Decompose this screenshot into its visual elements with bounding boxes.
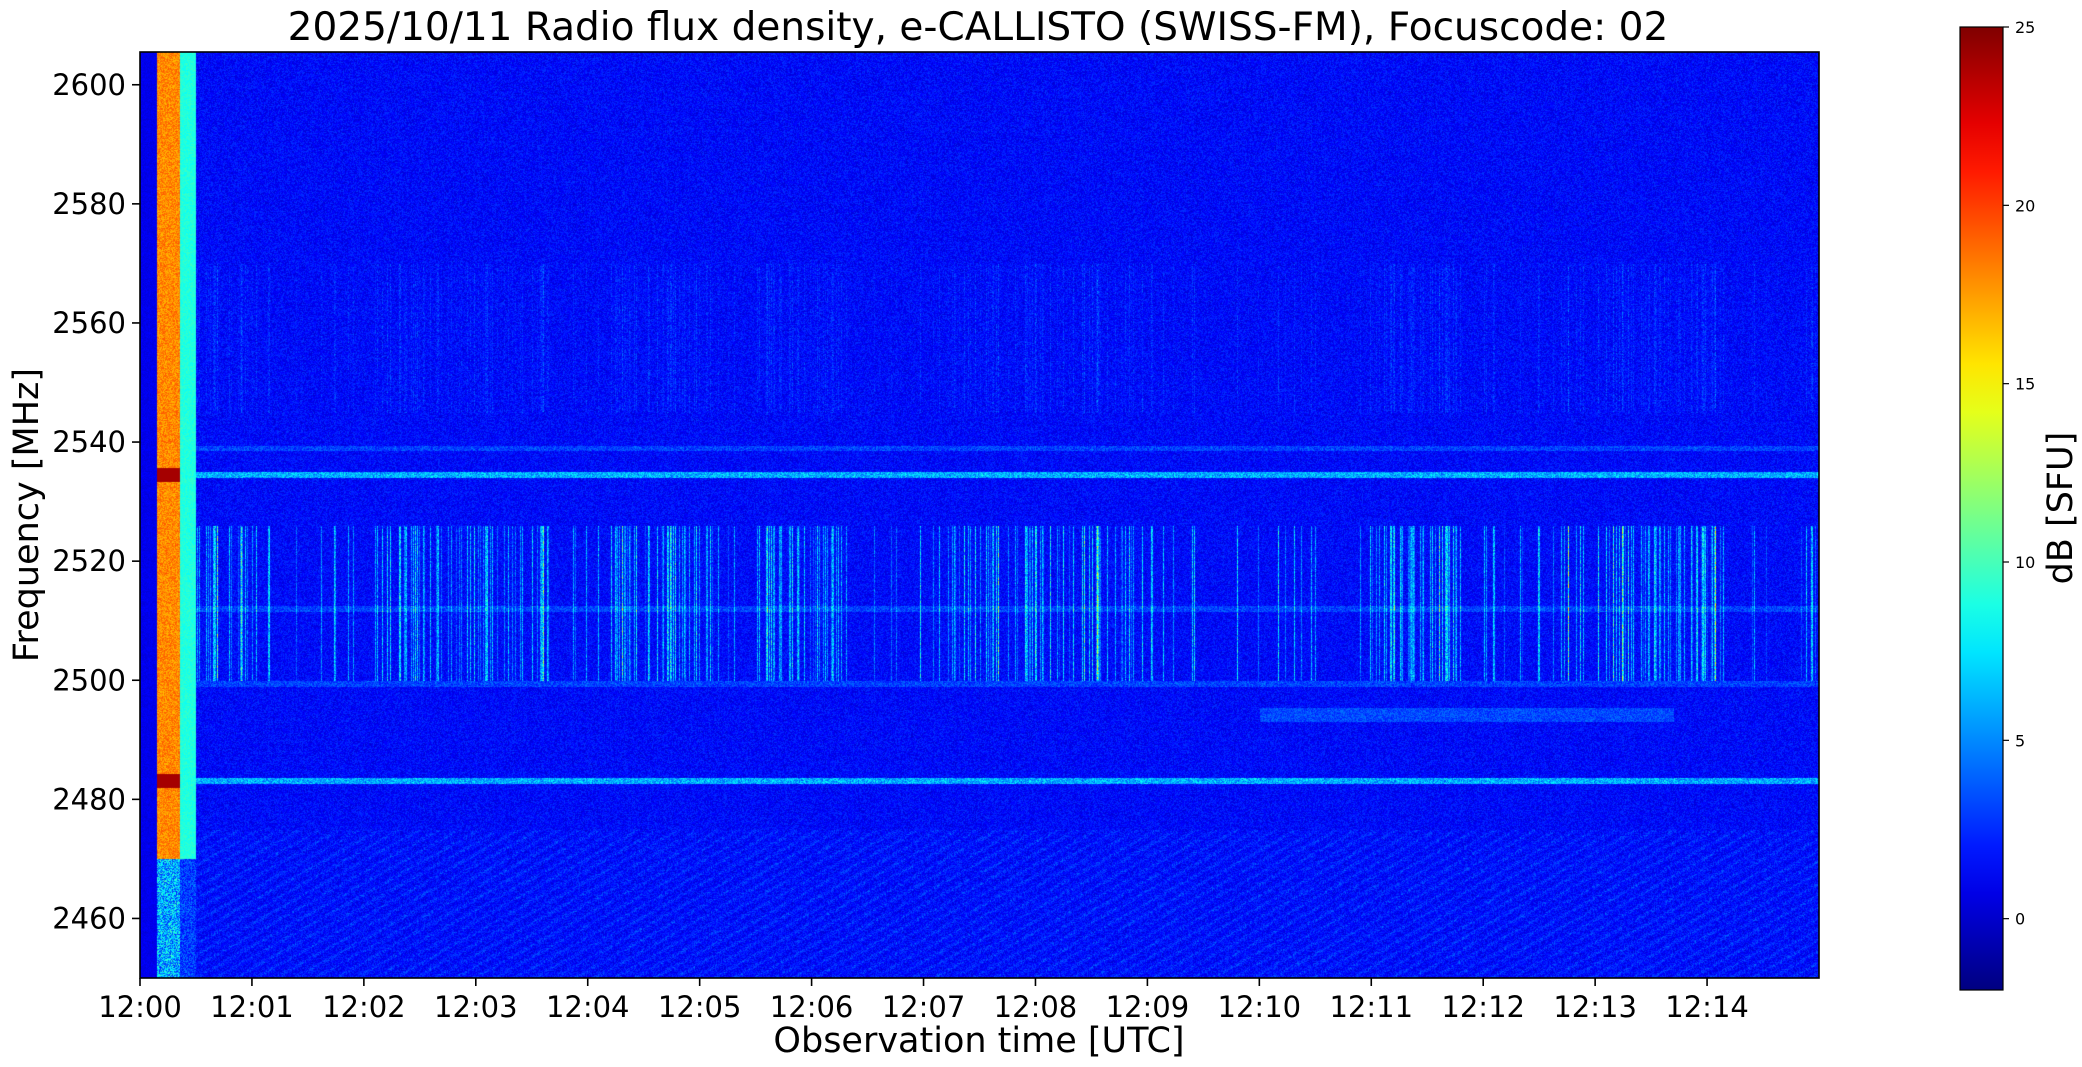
y-axis-ticks: 2460 2480 2500 2520 2540 2560 2580 2600 [52,68,140,935]
y-tick-label: 2540 [52,425,126,459]
plot-area [139,51,1820,979]
colorbar-label: dB [SFU] [2041,432,2081,585]
x-tick-label: 12:07 [882,990,966,1024]
colorbar: 0 5 10 15 20 25 dB [SFU] [1959,18,2081,991]
x-tick-label: 12:00 [98,990,182,1024]
x-tick-label: 12:11 [1329,990,1413,1024]
x-tick-label: 12:06 [770,990,854,1024]
colorbar-ticks: 0 5 10 15 20 25 [2003,18,2035,929]
y-tick-label: 2460 [52,901,126,935]
y-tick-label: 2520 [52,544,126,578]
x-tick-label: 12:13 [1553,990,1637,1024]
chart-title: 2025/10/11 Radio flux density, e-CALLIST… [288,5,1669,50]
y-axis-label: Frequency [MHz] [7,368,47,662]
colorbar-tick-label: 15 [2015,375,2035,394]
spectrogram-image [140,52,1819,978]
y-tick-label: 2600 [52,68,126,102]
x-tick-label: 12:03 [434,990,518,1024]
x-tick-label: 12:12 [1441,990,1525,1024]
x-tick-label: 12:10 [1218,990,1302,1024]
y-tick-label: 2480 [52,782,126,816]
spectrogram-chart: 2025/10/11 Radio flux density, e-CALLIST… [7,5,2081,1061]
x-tick-label: 12:04 [546,990,630,1024]
colorbar-tick-label: 20 [2015,196,2035,215]
x-tick-label: 12:02 [322,990,406,1024]
colorbar-tick-label: 0 [2015,910,2025,929]
colorbar-tick-label: 10 [2015,553,2035,572]
y-tick-label: 2500 [52,663,126,697]
colorbar-tick-label: 5 [2015,731,2025,750]
x-tick-label: 12:14 [1665,990,1749,1024]
x-tick-label: 12:08 [994,990,1078,1024]
colorbar-tick-label: 25 [2015,18,2035,37]
x-axis-label: Observation time [UTC] [773,1021,1184,1061]
colorbar-gradient [1959,26,2004,991]
x-axis-ticks: 12:00 12:01 12:02 12:03 12:04 12:05 12:06 12:07… [98,978,1749,1024]
x-tick-label: 12:09 [1106,990,1190,1024]
y-tick-label: 2560 [52,306,126,340]
x-tick-label: 12:01 [210,990,294,1024]
y-tick-label: 2580 [52,187,126,221]
x-tick-label: 12:05 [658,990,742,1024]
